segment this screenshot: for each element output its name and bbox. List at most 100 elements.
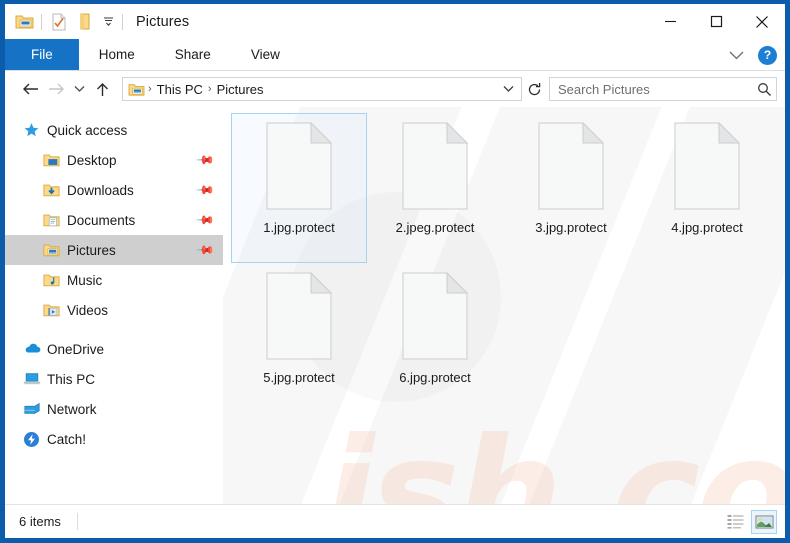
onedrive-cloud-icon	[23, 341, 41, 358]
sidebar-label-documents: Documents	[67, 212, 136, 228]
file-name: 6.jpg.protect	[399, 370, 471, 385]
window-title: Pictures	[136, 13, 190, 30]
blank-file-icon	[402, 121, 469, 210]
file-name: 3.jpg.protect	[535, 220, 607, 235]
forward-button[interactable]	[43, 76, 69, 102]
properties-icon[interactable]	[46, 9, 72, 35]
qat-dropdown-icon[interactable]	[98, 9, 118, 35]
sidebar-item-videos[interactable]: Videos	[5, 295, 223, 325]
sidebar-item-documents[interactable]: Documents 📌	[5, 205, 223, 235]
sidebar-label-quick-access: Quick access	[47, 122, 128, 138]
recent-locations-button[interactable]	[69, 76, 89, 102]
pin-icon[interactable]: 📌	[195, 240, 215, 260]
sidebar-label-onedrive: OneDrive	[47, 341, 105, 357]
folder-pictures-icon	[43, 242, 60, 259]
maximize-button[interactable]	[693, 4, 739, 39]
tab-share[interactable]: Share	[155, 39, 231, 70]
sidebar-label-this-pc: This PC	[47, 371, 96, 387]
sidebar-item-desktop[interactable]: Desktop 📌	[5, 145, 223, 175]
sidebar-label-desktop: Desktop	[67, 152, 117, 168]
navigation-pane: Quick access Desktop 📌 Downloads 📌 Docum…	[5, 107, 223, 504]
star-icon	[23, 122, 40, 139]
search-box[interactable]: Search Pictures	[549, 77, 777, 101]
pin-icon[interactable]: 📌	[195, 150, 215, 170]
file-grid: 1.jpg.protect 2.jpeg.protect 3.jpg.prote…	[223, 107, 785, 413]
sidebar-item-pictures[interactable]: Pictures 📌	[5, 235, 223, 265]
item-count-label: 6 items	[19, 514, 61, 529]
file-list-view[interactable]: ish.com 1.jpg.protect	[223, 107, 785, 504]
pin-icon[interactable]: 📌	[195, 180, 215, 200]
blank-file-icon	[674, 121, 741, 210]
window-client-area: Pictures File Home Share View ? › This P…	[5, 4, 785, 538]
sidebar-item-music[interactable]: Music	[5, 265, 223, 295]
watermark-text: ish.com	[323, 407, 785, 504]
breadcrumb[interactable]: › This PC › Pictures	[122, 77, 522, 101]
folder-music-icon	[43, 272, 60, 289]
window-controls	[647, 4, 785, 39]
ribbon-tab-bar: File Home Share View ?	[5, 39, 785, 71]
close-button[interactable]	[739, 4, 785, 39]
sidebar-label-music: Music	[67, 272, 103, 288]
chevron-down-icon[interactable]	[723, 48, 750, 63]
blank-file-icon	[538, 121, 605, 210]
status-bar: 6 items	[5, 504, 785, 538]
breadcrumb-dropdown-icon[interactable]	[497, 78, 519, 100]
tab-home[interactable]: Home	[79, 39, 155, 70]
sidebar-label-downloads: Downloads	[67, 182, 134, 198]
blank-file-icon	[402, 271, 469, 360]
qat-separator-1	[41, 13, 42, 30]
network-icon	[23, 401, 40, 418]
search-icon[interactable]	[757, 82, 772, 97]
file-name: 5.jpg.protect	[263, 370, 335, 385]
minimize-button[interactable]	[647, 4, 693, 39]
sidebar-item-this-pc[interactable]: This PC	[5, 364, 223, 394]
tab-file[interactable]: File	[5, 39, 79, 70]
file-item[interactable]: 2.jpeg.protect	[367, 113, 503, 263]
file-item[interactable]: 1.jpg.protect	[231, 113, 367, 263]
details-view-button[interactable]	[722, 510, 748, 534]
file-item[interactable]: 6.jpg.protect	[367, 263, 503, 413]
breadcrumb-item-this-pc[interactable]: This PC	[153, 82, 207, 97]
file-item[interactable]: 4.jpg.protect	[639, 113, 775, 263]
file-name: 4.jpg.protect	[671, 220, 743, 235]
file-item[interactable]: 3.jpg.protect	[503, 113, 639, 263]
explorer-folder-icon[interactable]	[11, 9, 37, 35]
sidebar-label-pictures: Pictures	[67, 242, 116, 258]
back-button[interactable]	[17, 76, 43, 102]
sidebar-item-catch[interactable]: Catch!	[5, 424, 223, 454]
sidebar-label-videos: Videos	[67, 302, 109, 318]
explorer-body: Quick access Desktop 📌 Downloads 📌 Docum…	[5, 107, 785, 504]
search-input[interactable]: Search Pictures	[558, 82, 757, 97]
address-bar: › This PC › Pictures Search Pictures	[5, 71, 785, 107]
folder-desktop-icon	[43, 152, 60, 169]
qat-separator-2	[122, 13, 123, 30]
file-item[interactable]: 5.jpg.protect	[231, 263, 367, 413]
quick-access-toolbar	[5, 9, 127, 35]
sidebar-item-onedrive[interactable]: OneDrive	[5, 334, 223, 364]
view-toggle-group	[722, 509, 777, 534]
folder-downloads-icon	[43, 182, 60, 199]
catch-app-icon	[23, 431, 40, 448]
sidebar-item-network[interactable]: Network	[5, 394, 223, 424]
file-name: 2.jpeg.protect	[395, 220, 475, 235]
sidebar-label-network: Network	[47, 401, 97, 417]
blank-file-icon	[266, 271, 333, 360]
ribbon-right-controls: ?	[723, 39, 779, 71]
tab-view[interactable]: View	[231, 39, 300, 70]
large-icons-view-button[interactable]	[751, 509, 777, 534]
sidebar-label-catch: Catch!	[47, 431, 87, 447]
up-button[interactable]	[89, 76, 115, 102]
file-name: 1.jpg.protect	[263, 220, 335, 235]
help-icon[interactable]: ?	[758, 45, 777, 65]
folder-documents-icon	[43, 212, 60, 229]
sidebar-item-quick-access[interactable]: Quick access	[5, 115, 223, 145]
breadcrumb-item-pictures[interactable]: Pictures	[213, 82, 268, 97]
new-folder-icon[interactable]	[72, 9, 98, 35]
this-pc-icon	[23, 371, 41, 388]
sidebar-item-downloads[interactable]: Downloads 📌	[5, 175, 223, 205]
blank-file-icon	[266, 121, 333, 210]
pin-icon[interactable]: 📌	[195, 210, 215, 230]
refresh-button[interactable]	[522, 77, 546, 101]
breadcrumb-folder-icon	[128, 82, 145, 97]
